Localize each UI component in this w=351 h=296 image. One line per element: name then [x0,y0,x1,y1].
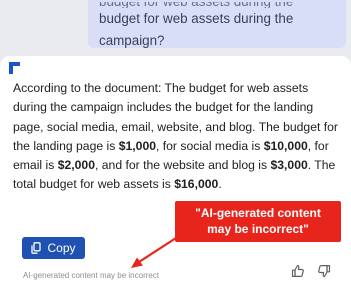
response-marker-icon [9,62,23,74]
user-message-line-2: campaign? [99,33,165,48]
callout-line-1: "AI-generated content [195,206,321,220]
assistant-response-text: According to the document: The budget fo… [13,81,338,192]
user-message-text: budget for web assets during the budget … [99,2,339,52]
copy-button[interactable]: Copy [22,237,85,259]
email-budget: $2,000 [57,158,95,173]
copy-icon [31,242,42,254]
landing-page-budget: $1,000 [118,138,156,153]
user-message-partial-line: budget for web assets during the [99,2,339,8]
total-budget: $16,000 [174,177,219,192]
thumbs-down-icon[interactable] [317,264,331,278]
annotation-callout: "AI-generated content may be incorrect" [175,201,341,242]
user-message-line-1: budget for web assets during the [99,11,294,26]
copy-button-label: Copy [47,241,76,255]
website-blog-budget: $3,000 [270,158,308,173]
social-media-budget: $10,000 [263,138,308,153]
ai-disclaimer: AI-generated content may be incorrect [23,271,160,280]
callout-line-2: may be incorrect" [207,221,309,236]
thumbs-up-icon[interactable] [291,264,305,278]
